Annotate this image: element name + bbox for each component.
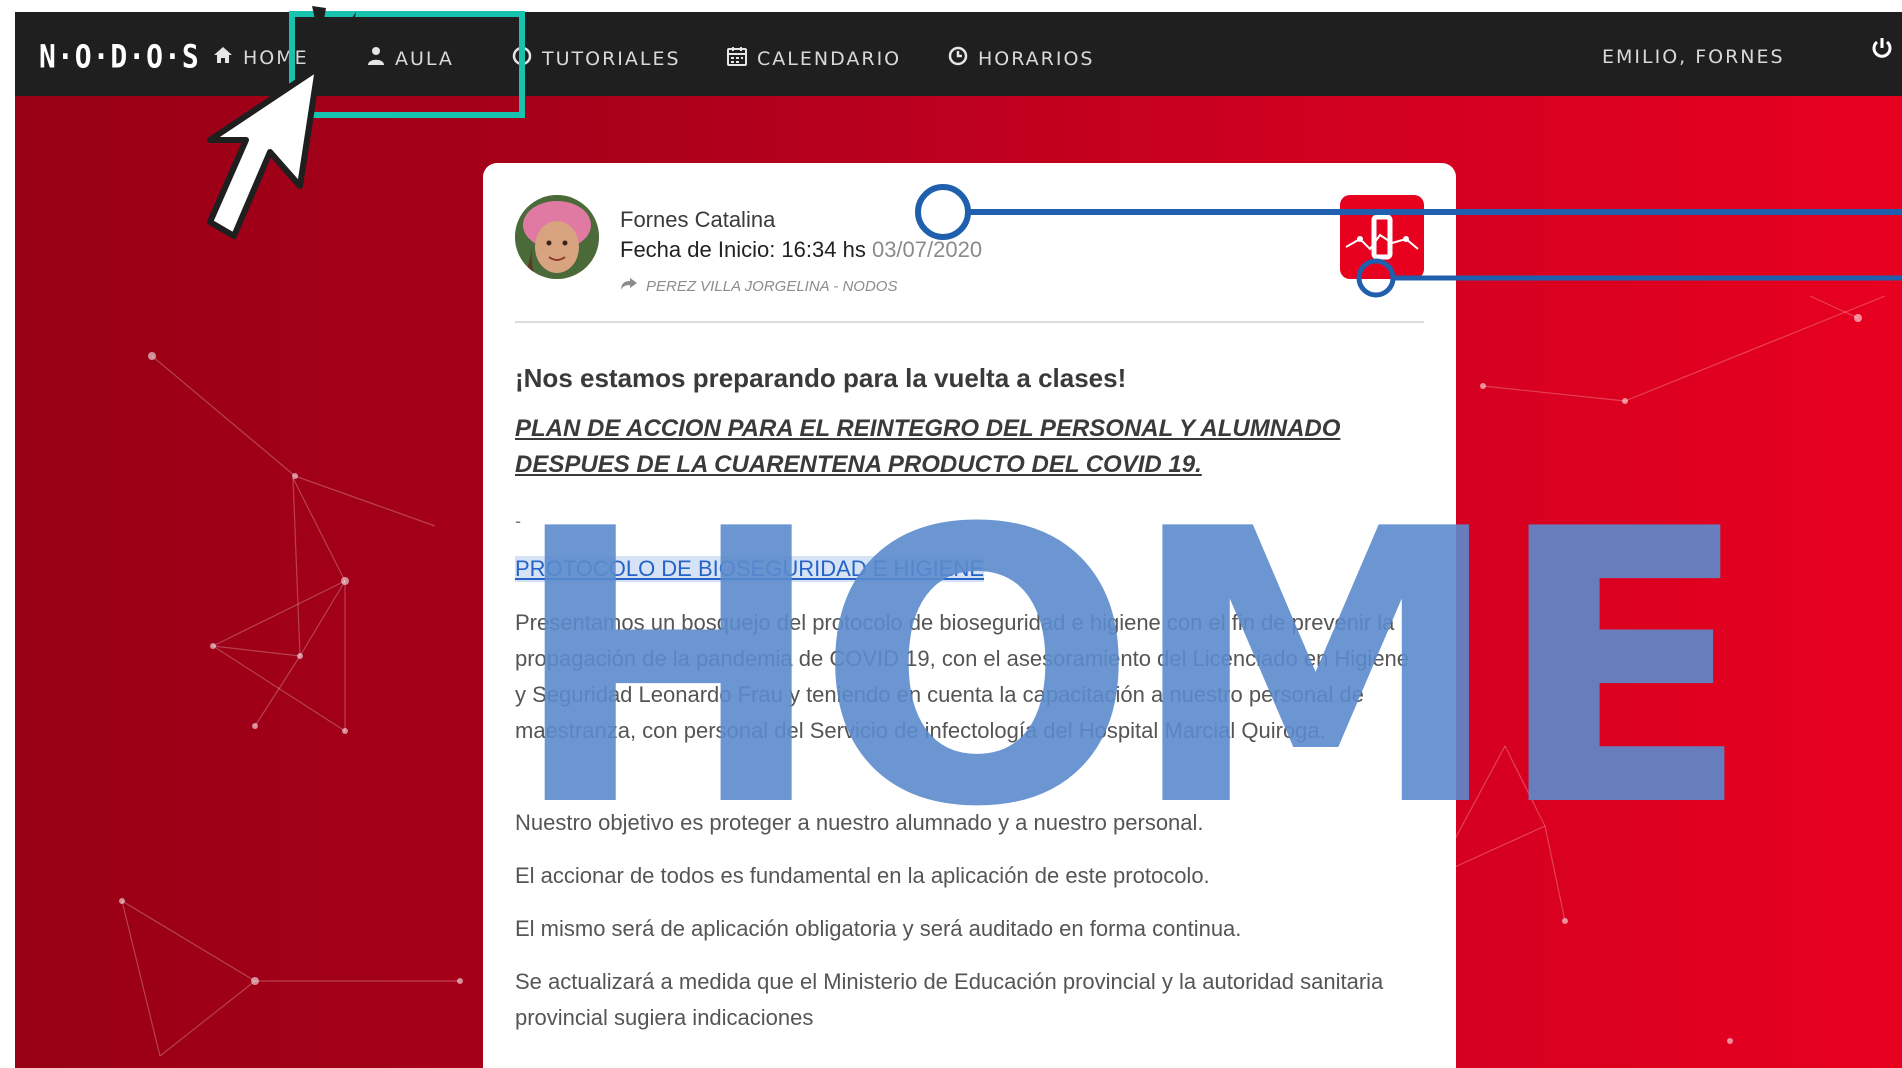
nav-tutoriales[interactable]: TUTORIALES	[512, 46, 681, 71]
post-paragraph: El mismo será de aplicación obligatoria …	[515, 916, 1242, 941]
user-name[interactable]: EMILIO, FORNES	[1602, 46, 1785, 68]
post-paragraph: El accionar de todos es fundamental en l…	[515, 863, 1210, 888]
nodos-logo-badge	[1340, 195, 1424, 279]
share-icon	[620, 277, 638, 295]
post-start-date: Fecha de Inicio: 16:34 hs 03/07/2020	[620, 237, 982, 263]
nav-calendario[interactable]: CALENDARIO	[727, 46, 901, 71]
start-date-value: 03/07/2020	[871, 237, 983, 262]
nav-calendario-label: CALENDARIO	[757, 47, 902, 70]
brand-logo[interactable]: N·O·D·O·S	[39, 38, 200, 76]
nav-horarios[interactable]: HORARIOS	[948, 46, 1095, 71]
avatar[interactable]	[515, 195, 599, 279]
nav-horarios-label: HORARIOS	[978, 47, 1095, 70]
calendar-icon	[727, 46, 747, 71]
highlight-box	[289, 11, 525, 118]
home-icon	[213, 46, 233, 69]
start-label: Fecha de Inicio: 16:34 hs	[620, 237, 866, 262]
post-plan-heading: PLAN DE ACCION PARA EL REINTEGRO DEL PER…	[515, 415, 1341, 478]
separator-dash: -	[515, 511, 521, 531]
post-paragraph: Presentamos un bosquejo del protocolo de…	[515, 610, 1410, 743]
power-icon[interactable]	[1870, 36, 1894, 60]
post-paragraph: Se actualizará a medida que el Ministeri…	[515, 969, 1384, 1030]
post-title: ¡Nos estamos preparando para la vuelta a…	[515, 363, 1127, 393]
header-divider	[515, 321, 1424, 323]
post-author[interactable]: Fornes Catalina	[620, 207, 775, 233]
clock-icon	[948, 46, 968, 71]
nav-tutoriales-label: TUTORIALES	[542, 47, 681, 70]
post-paragraph: Nuestro objetivo es proteger a nuestro a…	[515, 810, 1204, 835]
protocol-link[interactable]: PROTOCOLO DE BIOSEGURIDAD E HIGIENE	[515, 556, 985, 582]
post-card: Fornes Catalina Fecha de Inicio: 16:34 h…	[483, 163, 1456, 1068]
shared-by-label: PEREZ VILLA JORGELINA - NODOS	[646, 277, 898, 295]
shared-by: PEREZ VILLA JORGELINA - NODOS	[620, 277, 897, 295]
